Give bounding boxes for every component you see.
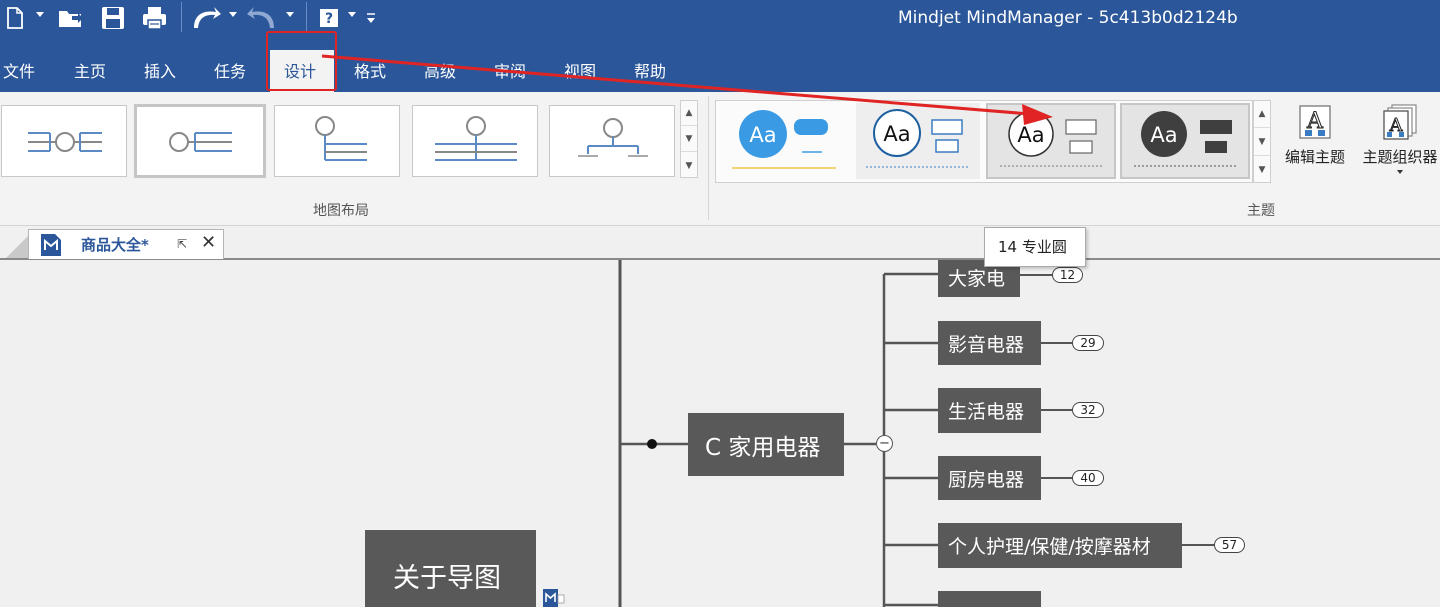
theme-tile-2[interactable]: Aa — [856, 103, 980, 179]
theme-tooltip: 14 专业圆 — [984, 227, 1086, 267]
mindmanager-link-icon[interactable] — [543, 589, 567, 607]
layout-tile-2[interactable] — [134, 104, 266, 178]
tab-bar-corner — [6, 236, 28, 258]
subtopic-2[interactable]: 影音电器 — [938, 321, 1041, 365]
theme-tile-1[interactable]: Aa — [726, 103, 844, 179]
mindmanager-file-icon — [40, 233, 62, 261]
redo-dropdown-icon[interactable] — [286, 12, 294, 17]
tab-format[interactable]: 格式 — [354, 58, 386, 82]
count-badge-1: 12 — [1052, 267, 1083, 283]
layout-tile-5[interactable] — [549, 105, 675, 177]
theme-tile-4-selected[interactable]: Aa — [1120, 103, 1250, 179]
qat-separator — [306, 2, 307, 32]
tab-home[interactable]: 主页 — [74, 58, 106, 82]
edit-theme-button[interactable]: A 编辑主题 — [1280, 104, 1350, 184]
theme-group-label: 主题 — [1247, 203, 1275, 219]
count-badge-3: 32 — [1072, 402, 1104, 418]
theme-organizer-label: 主题组织器 — [1362, 148, 1438, 166]
layout-group-label: 地图布局 — [313, 203, 369, 219]
subtopic-4[interactable]: 厨房电器 — [938, 456, 1041, 500]
document-tab-label: 商品大全* — [81, 236, 149, 254]
theme-organizer-icon: A — [1383, 104, 1417, 140]
count-badge-5: 57 — [1214, 537, 1245, 553]
central-topic[interactable]: 关于导图 — [365, 530, 536, 607]
edit-theme-label: 编辑主题 — [1284, 148, 1345, 166]
scroll-down-icon[interactable]: ▼ — [1254, 129, 1270, 156]
chevron-down-icon — [1397, 170, 1403, 174]
scroll-down-icon[interactable]: ▼ — [681, 127, 697, 152]
map-canvas[interactable]: C 家用电器 − 大家电 12 影音电器 29 生活电器 32 厨房电器 40 … — [0, 260, 1440, 607]
window-title: Mindjet MindManager - 5c413b0d2124b — [898, 8, 1238, 28]
tab-advanced[interactable]: 高级 — [424, 58, 456, 82]
theme-tile-3-hovered[interactable]: Aa — [986, 103, 1116, 179]
theme-sample-2: Aa — [883, 122, 910, 146]
scroll-up-icon[interactable]: ▲ — [1254, 101, 1270, 128]
tab-task[interactable]: 任务 — [214, 58, 246, 82]
print-icon[interactable] — [140, 4, 170, 32]
open-folder-icon[interactable] — [58, 4, 84, 32]
edit-theme-icon: A — [1299, 105, 1331, 139]
svg-text:?: ? — [325, 11, 333, 27]
theme-sample-4: Aa — [1150, 123, 1177, 147]
tab-view[interactable]: 视图 — [564, 58, 596, 82]
subtopic-6-partial[interactable] — [938, 591, 1041, 607]
undo-icon[interactable] — [190, 4, 222, 32]
theme-sample-1: Aa — [749, 123, 776, 147]
theme-sample-3: Aa — [1017, 123, 1044, 147]
redo-icon[interactable] — [246, 4, 278, 32]
layout-tile-3[interactable] — [274, 105, 400, 177]
tab-review[interactable]: 审阅 — [494, 58, 526, 82]
customize-icon[interactable] — [364, 4, 378, 32]
document-tab[interactable]: 商品大全* ⇱ ✕ — [28, 229, 224, 259]
menu-bar: 文件 主页 插入 任务 格式 高级 审阅 视图 帮助 — [0, 40, 1440, 92]
theme-organizer-button[interactable]: A 主题组织器 — [1358, 104, 1440, 184]
count-badge-4: 40 — [1072, 470, 1104, 486]
save-icon[interactable] — [100, 4, 126, 32]
subtopic-3[interactable]: 生活电器 — [938, 388, 1041, 433]
gallery-expand-icon[interactable]: ▼ — [681, 153, 697, 178]
layout-tile-1[interactable] — [1, 105, 127, 177]
layout-gallery-scrollbar[interactable]: ▲ ▼ ▼ — [680, 100, 698, 178]
close-icon[interactable]: ✕ — [201, 232, 216, 253]
count-badge-2: 29 — [1072, 335, 1104, 351]
title-bar: ? Mindjet MindManager - 5c413b0d2124b — [0, 0, 1440, 40]
gallery-expand-icon[interactable]: ▼ — [1254, 157, 1270, 182]
layout-tile-4[interactable] — [412, 105, 538, 177]
new-document-icon[interactable] — [4, 4, 26, 32]
help-dropdown-icon[interactable] — [348, 12, 356, 17]
tab-help[interactable]: 帮助 — [634, 58, 666, 82]
new-dropdown-icon[interactable] — [36, 12, 44, 17]
main-topic[interactable]: C 家用电器 — [688, 413, 844, 476]
help-icon[interactable]: ? — [318, 4, 340, 32]
theme-gallery-scrollbar[interactable]: ▲ ▼ ▼ — [1253, 100, 1271, 183]
undo-dropdown-icon[interactable] — [229, 12, 237, 17]
ribbon-group-separator — [708, 96, 709, 220]
tab-file[interactable]: 文件 — [3, 58, 35, 82]
subtopic-5[interactable]: 个人护理/保健/按摩器材 — [938, 523, 1182, 568]
restore-icon[interactable]: ⇱ — [177, 237, 187, 251]
annotation-highlight-box — [266, 31, 337, 91]
qat-separator — [181, 2, 182, 32]
scroll-up-icon[interactable]: ▲ — [681, 101, 697, 126]
tab-insert[interactable]: 插入 — [144, 58, 176, 82]
collapse-toggle[interactable]: − — [876, 435, 893, 452]
